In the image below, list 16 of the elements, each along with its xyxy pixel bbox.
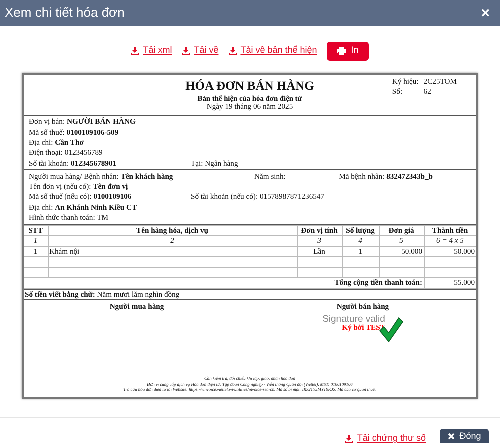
printer-icon <box>337 47 346 55</box>
download-icon <box>182 47 190 55</box>
download-link[interactable]: Tải về <box>182 44 219 58</box>
close-button[interactable]: × <box>479 6 492 20</box>
modal-title: Xem chi tiết hóa đơn <box>5 4 125 22</box>
download-icon <box>131 47 140 55</box>
download-icon <box>228 47 237 55</box>
invoice-title: HÓA ĐƠN BÁN HÀNG <box>186 80 314 92</box>
download-link[interactable]: Tải về bản thể hiện <box>228 44 318 58</box>
close-button[interactable]: Đóng <box>440 429 489 443</box>
signature-status: Signature valid <box>322 314 386 324</box>
download-link[interactable]: Tải xml <box>131 44 172 58</box>
print-button[interactable]: In <box>327 42 369 60</box>
download-icon <box>345 434 354 443</box>
close-icon <box>448 433 455 440</box>
download-link[interactable]: Tải chứng thư số <box>345 432 426 443</box>
